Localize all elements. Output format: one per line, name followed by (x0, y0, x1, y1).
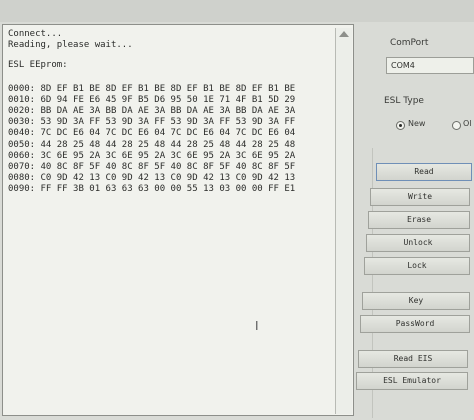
log-connect-line: Connect... (8, 29, 63, 39)
triangle-up-icon[interactable] (339, 31, 349, 37)
eeprom-row: 0000: 8D EF B1 BE 8D EF B1 BE 8D EF B1 B… (8, 83, 296, 94)
read-button[interactable]: Read (376, 163, 472, 181)
unlock-button[interactable]: Unlock (366, 234, 470, 252)
esl-emulator-button[interactable]: ESL Emulator (356, 372, 468, 390)
log-scrollbar[interactable] (335, 28, 352, 414)
eeprom-row: 0090: FF FF 3B 01 63 63 63 00 00 55 13 0… (8, 184, 296, 195)
key-button[interactable]: Key (362, 292, 470, 310)
i-beam-cursor-icon: I (255, 319, 259, 333)
eeprom-row: 0070: 40 8C 8F 5F 40 8C 8F 5F 40 8C 8F 5… (8, 161, 296, 172)
esl-type-label: ESL Type (384, 96, 424, 106)
read-eis-button[interactable]: Read EIS (358, 350, 468, 368)
lock-button[interactable]: Lock (364, 257, 470, 275)
window-top-strip (0, 0, 474, 22)
eeprom-row: 0050: 44 28 25 48 44 28 25 48 44 28 25 4… (8, 139, 296, 150)
radio-new-label: New (408, 119, 426, 128)
eeprom-row: 0010: 6D 94 FE E6 45 9F B5 D6 95 50 1E 7… (8, 94, 296, 105)
log-eeprom-label: ESL EEprom: (8, 60, 68, 71)
eeprom-row: 0040: 7C DC E6 04 7C DC E6 04 7C DC E6 0… (8, 128, 296, 139)
app-window: Connect... Reading, please wait... ESL E… (0, 0, 474, 420)
password-button[interactable]: PassWord (360, 315, 470, 333)
log-reading-line: Reading, please wait... (8, 40, 133, 51)
write-button[interactable]: Write (370, 188, 470, 206)
radio-new[interactable] (396, 121, 405, 130)
eeprom-row: 0080: C0 9D 42 13 C0 9D 42 13 C0 9D 42 1… (8, 173, 296, 184)
eeprom-row: 0020: BB DA AE 3A BB DA AE 3A BB DA AE 3… (8, 105, 296, 116)
radio-old[interactable] (452, 121, 461, 130)
eeprom-row: 0060: 3C 6E 95 2A 3C 6E 95 2A 3C 6E 95 2… (8, 150, 296, 161)
comport-select[interactable]: COM4 (386, 57, 474, 74)
comport-label: ComPort (390, 38, 429, 48)
log-textarea[interactable]: Connect... Reading, please wait... ESL E… (2, 24, 354, 416)
radio-old-label: Ol (463, 119, 472, 128)
erase-button[interactable]: Erase (368, 211, 470, 229)
eeprom-row: 0030: 53 9D 3A FF 53 9D 3A FF 53 9D 3A F… (8, 117, 296, 128)
